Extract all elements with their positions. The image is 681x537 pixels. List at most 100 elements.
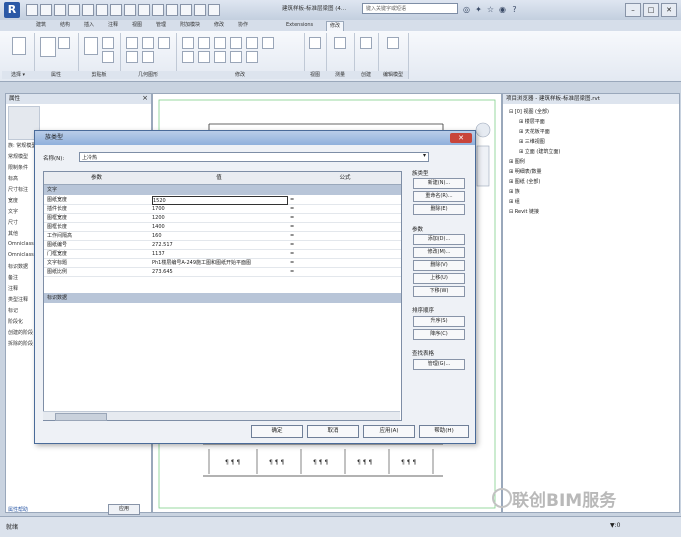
properties-icon[interactable] bbox=[40, 37, 56, 57]
property-row[interactable]: 尺寸标注 bbox=[8, 186, 28, 193]
measure-tool-icon[interactable] bbox=[334, 37, 346, 49]
parameter-value[interactable]: 160 bbox=[152, 232, 288, 240]
subscription-icon[interactable]: ✦ bbox=[474, 5, 483, 14]
parameter-formula[interactable]: = bbox=[290, 259, 390, 267]
minimize-icon[interactable]: – bbox=[625, 3, 641, 17]
star-icon[interactable]: ☆ bbox=[486, 5, 495, 14]
properties-help-link[interactable]: 属性帮助 bbox=[8, 506, 28, 513]
cut-icon[interactable] bbox=[102, 51, 114, 63]
parameter-row[interactable]: 工作间隔高 160 = bbox=[44, 232, 401, 241]
move-down-button[interactable]: 下移(W) bbox=[413, 286, 465, 297]
parameter-formula[interactable]: = bbox=[290, 241, 390, 249]
remove-parameter-button[interactable]: 删除(V) bbox=[413, 260, 465, 271]
pin-icon[interactable] bbox=[230, 51, 242, 63]
property-row[interactable]: Omniclass bbox=[8, 241, 34, 247]
browser-tree-item[interactable]: ⊞ 图纸 (全部) bbox=[509, 178, 540, 185]
array-icon[interactable] bbox=[198, 51, 210, 63]
parameter-value[interactable]: 1400 bbox=[152, 223, 288, 231]
ok-button[interactable]: 确定 bbox=[251, 425, 303, 438]
parameter-formula[interactable]: = bbox=[290, 196, 390, 204]
parameter-row[interactable]: 门框宽度 1137 = bbox=[44, 250, 401, 259]
property-row[interactable]: Omniclass bbox=[8, 252, 34, 258]
parameter-row[interactable]: 插件长度 1700 = bbox=[44, 205, 401, 214]
text-icon[interactable] bbox=[124, 4, 136, 16]
modify-parameter-button[interactable]: 修改(M)... bbox=[413, 247, 465, 258]
tab-view[interactable]: 视图 bbox=[132, 21, 142, 30]
delete-type-button[interactable]: 删除(E) bbox=[413, 204, 465, 215]
move-up-button[interactable]: 上移(U) bbox=[413, 273, 465, 284]
family-type-select[interactable]: 上冷热 bbox=[79, 152, 429, 162]
property-row[interactable]: 常规模型 bbox=[8, 153, 28, 160]
rotate-icon[interactable] bbox=[246, 37, 258, 49]
property-row[interactable]: 阶段化 bbox=[8, 318, 23, 325]
tab-addins[interactable]: 附加模块 bbox=[180, 21, 200, 30]
property-row[interactable]: 宽度 bbox=[8, 197, 18, 204]
parameter-value[interactable]: 1520 bbox=[152, 196, 288, 205]
cancel-button[interactable]: 取消 bbox=[307, 425, 359, 438]
manage-lookup-button[interactable]: 管理(G)... bbox=[413, 359, 465, 370]
add-parameter-button[interactable]: 添加(D)... bbox=[413, 234, 465, 245]
join-icon[interactable] bbox=[158, 37, 170, 49]
app-logo[interactable]: R bbox=[4, 2, 20, 18]
close-icon[interactable]: × bbox=[142, 94, 148, 102]
property-row[interactable]: 创建的阶段 bbox=[8, 329, 33, 336]
rename-type-button[interactable]: 重命名(R)... bbox=[413, 191, 465, 202]
split-face-icon[interactable] bbox=[126, 51, 138, 63]
binoculars-icon[interactable]: ◎ bbox=[462, 5, 471, 14]
mirror-icon[interactable] bbox=[214, 37, 226, 49]
parameter-value[interactable]: Ph1楼层编号A-249施工图和图纸开始平面图 bbox=[152, 259, 288, 267]
property-row[interactable]: 族: 常规模型 bbox=[8, 142, 36, 149]
property-row[interactable]: 文字 bbox=[8, 208, 18, 215]
browser-tree-item[interactable]: ⊞ 明细表/数量 bbox=[509, 168, 541, 175]
redo-icon[interactable] bbox=[68, 4, 80, 16]
tab-architecture[interactable]: 建筑 bbox=[36, 21, 46, 30]
property-row[interactable]: 类型注释 bbox=[8, 296, 28, 303]
sort-descending-button[interactable]: 降序(C) bbox=[413, 329, 465, 340]
browser-tree-item[interactable]: ⊞ 族 bbox=[509, 188, 520, 195]
chevron-down-icon[interactable]: ▾ bbox=[423, 152, 426, 159]
parameter-formula[interactable]: = bbox=[290, 268, 390, 276]
move-icon[interactable] bbox=[230, 37, 242, 49]
property-row[interactable]: 标高 bbox=[8, 175, 18, 182]
help-button[interactable]: 帮助(H) bbox=[419, 425, 469, 438]
scrollbar-thumb[interactable] bbox=[55, 413, 107, 421]
view-icon[interactable] bbox=[309, 37, 321, 49]
cope-icon[interactable] bbox=[126, 37, 138, 49]
help-icon[interactable]: ? bbox=[510, 5, 519, 14]
tab-extensions[interactable]: Extensions bbox=[286, 21, 313, 30]
switch-window-icon[interactable] bbox=[194, 4, 206, 16]
sort-ascending-button[interactable]: 升序(S) bbox=[413, 316, 465, 327]
tab-manage[interactable]: 管理 bbox=[156, 21, 166, 30]
browser-tree-item[interactable]: ⊞ 三维视图 bbox=[519, 138, 545, 145]
browser-tree-item[interactable]: ⊟ Revit 链接 bbox=[509, 208, 539, 215]
parameter-formula[interactable]: = bbox=[290, 214, 390, 222]
parameter-value[interactable]: 273.645 bbox=[152, 268, 288, 276]
browser-tree-item[interactable]: ⊞ 组 bbox=[509, 198, 520, 205]
tab-collaborate[interactable]: 协作 bbox=[238, 21, 248, 30]
browser-tree-item[interactable]: ⊞ 天花板平面 bbox=[519, 128, 550, 135]
browser-tree-item[interactable]: ⊞ 楼层平面 bbox=[519, 118, 545, 125]
tab-modify-active[interactable]: 修改 bbox=[326, 21, 345, 31]
apply-button[interactable]: 应用 bbox=[108, 504, 140, 515]
column-header-parameter[interactable]: 参数 bbox=[44, 172, 150, 185]
edit-model-icon[interactable] bbox=[387, 37, 399, 49]
property-row[interactable]: 尺寸 bbox=[8, 219, 18, 226]
align-icon[interactable] bbox=[182, 37, 194, 49]
property-row[interactable]: 限制条件 bbox=[8, 164, 28, 171]
column-header-value[interactable]: 值 bbox=[149, 172, 290, 185]
section-text[interactable]: 文字 bbox=[44, 185, 401, 195]
column-header-formula[interactable]: 公式 bbox=[289, 172, 401, 185]
browser-tree-item[interactable]: ⊟ [0] 视图 (全部) bbox=[509, 108, 549, 115]
type-properties-icon[interactable] bbox=[58, 37, 70, 49]
parameter-row[interactable]: 图纸宽度 1520 = bbox=[44, 196, 401, 205]
delete-icon[interactable] bbox=[246, 51, 258, 63]
parameter-row[interactable]: 图框宽度 1200 = bbox=[44, 214, 401, 223]
filter-count[interactable]: ▼:0 bbox=[610, 522, 620, 529]
parameter-row[interactable]: 图纸编号 272.517 = bbox=[44, 241, 401, 250]
maximize-icon[interactable]: □ bbox=[643, 3, 659, 17]
search-input[interactable]: 键入关键字或短语 bbox=[362, 3, 458, 14]
tab-annotate[interactable]: 注释 bbox=[108, 21, 118, 30]
undo-icon[interactable] bbox=[54, 4, 66, 16]
dimension-icon[interactable] bbox=[110, 4, 122, 16]
thin-lines-icon[interactable] bbox=[166, 4, 178, 16]
